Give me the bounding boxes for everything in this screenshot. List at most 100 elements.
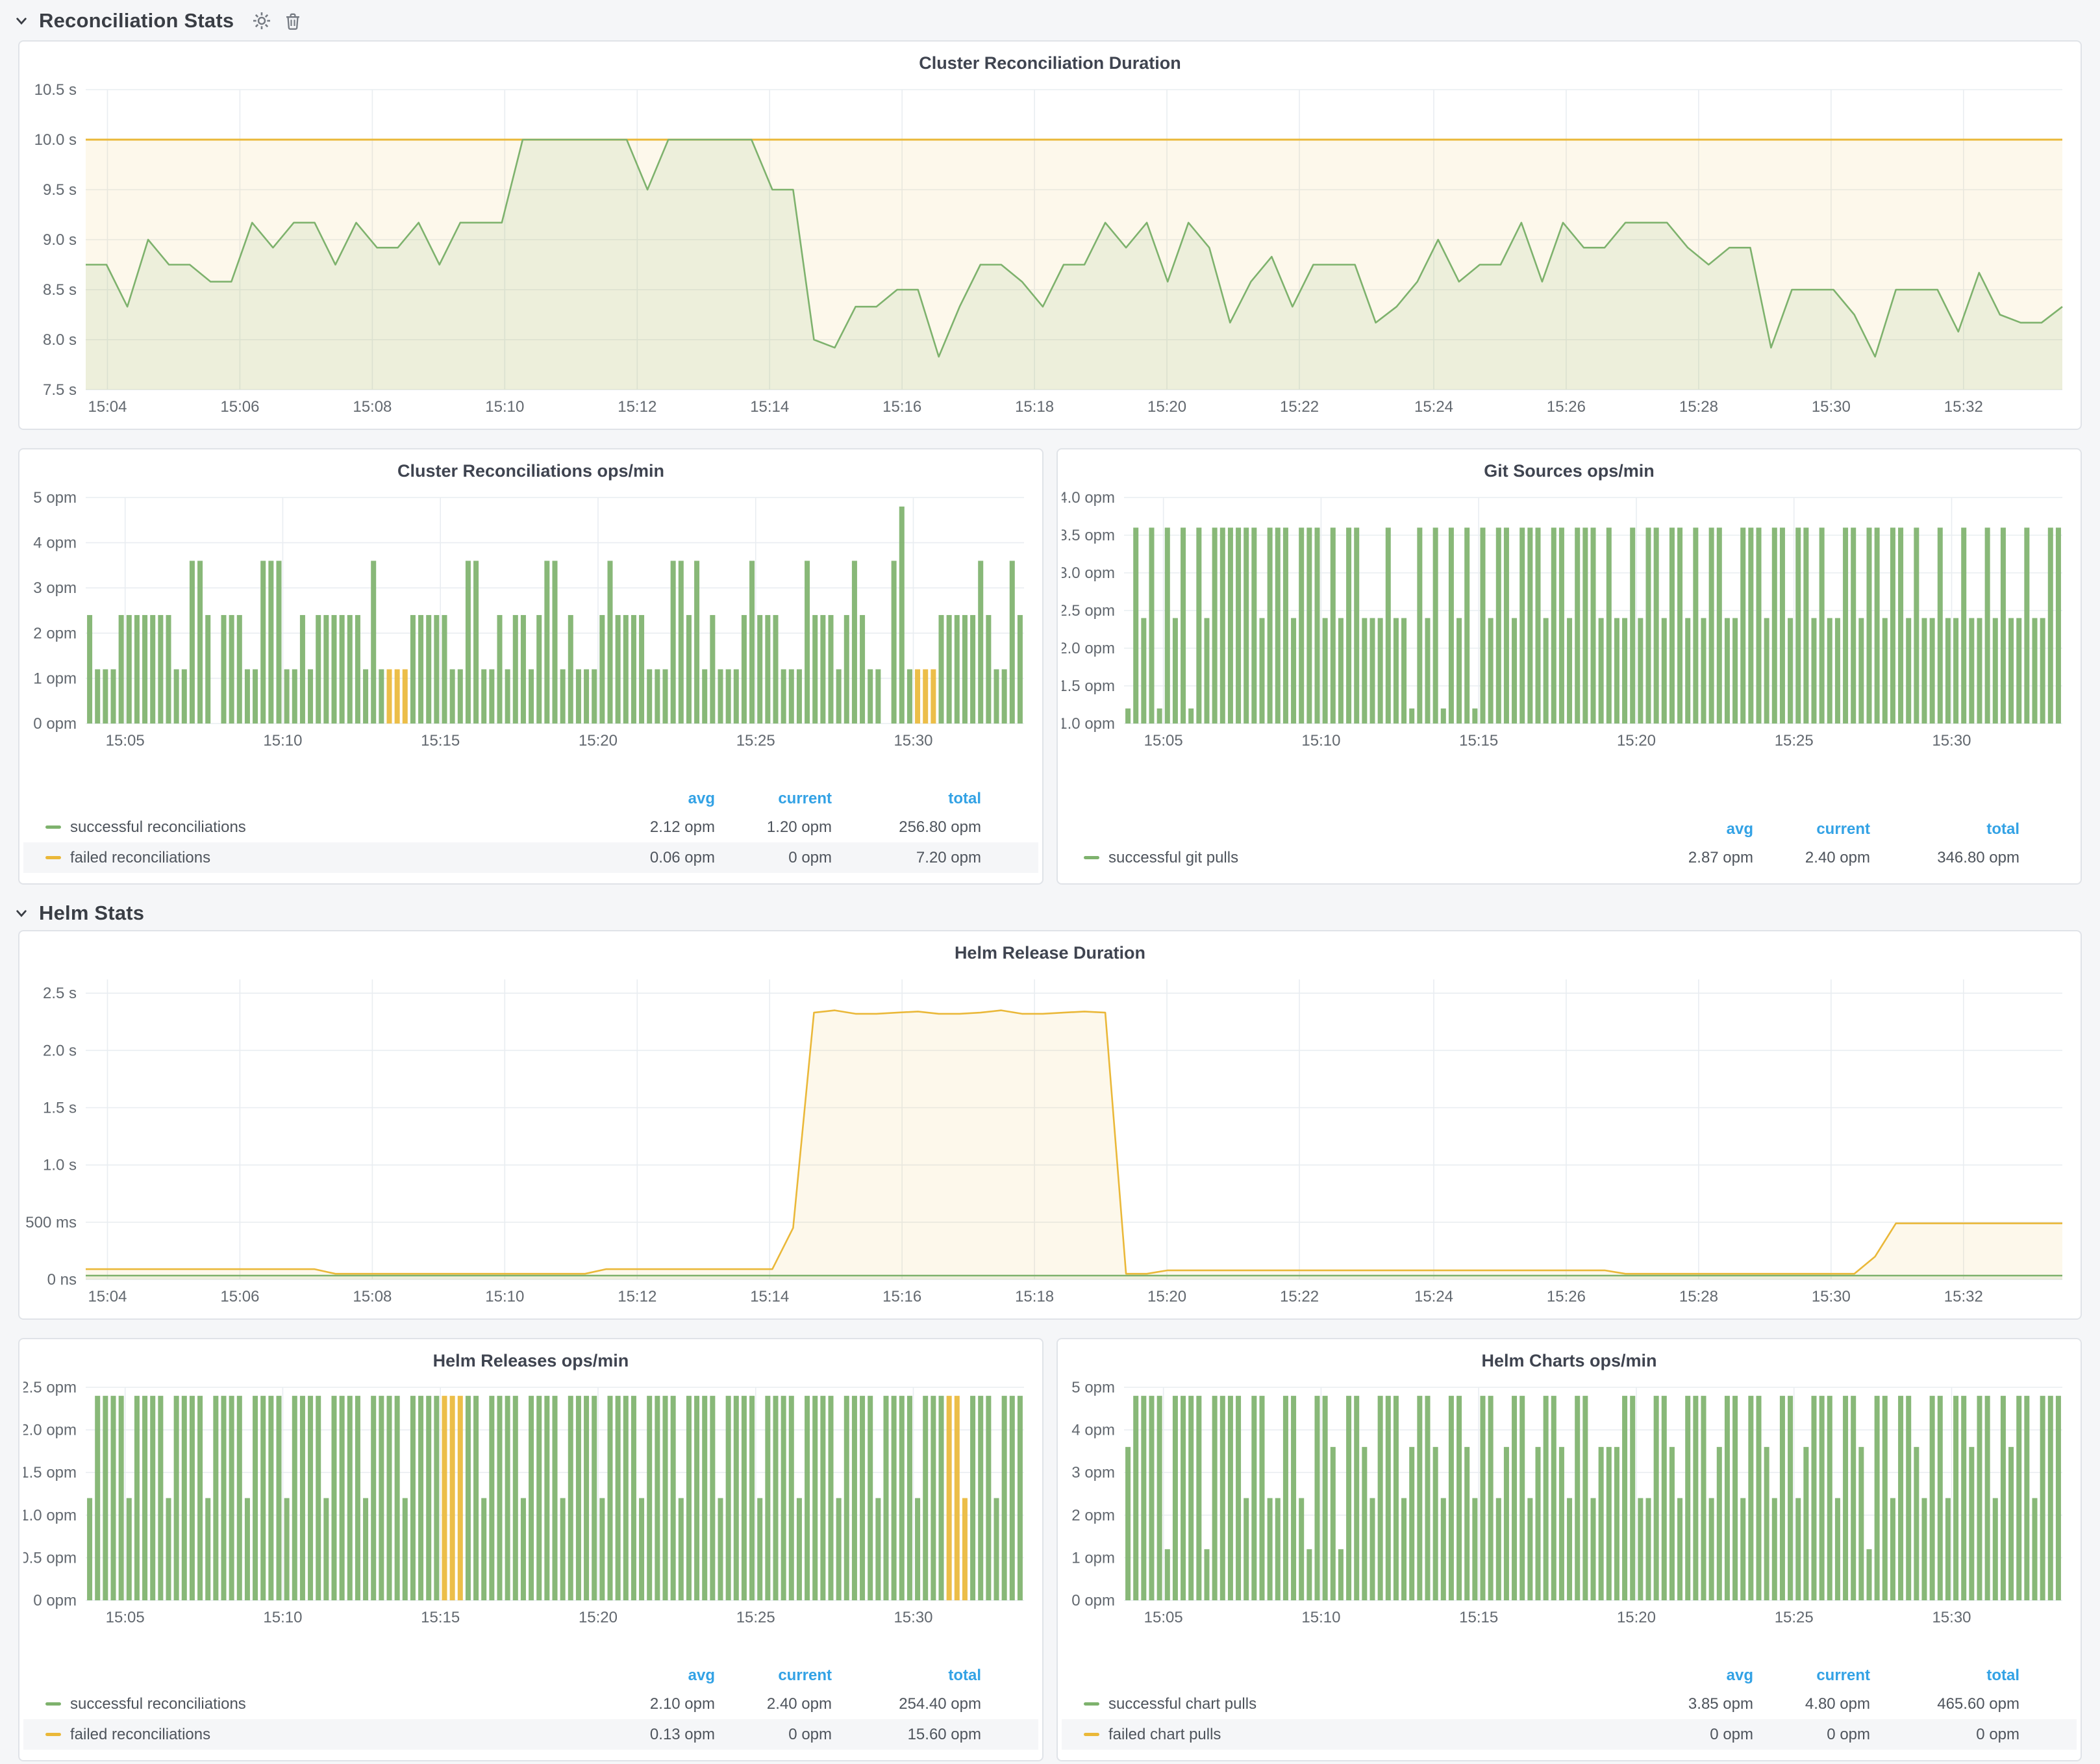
- chevron-down-icon[interactable]: [14, 906, 29, 920]
- svg-text:15:12: 15:12: [618, 1288, 656, 1305]
- legend-row: successful reconciliations2.12 opm1.20 o…: [23, 812, 1038, 842]
- panel-title[interactable]: Helm Releases ops/min: [19, 1351, 1042, 1371]
- svg-text:3.5 opm: 3.5 opm: [1062, 527, 1115, 544]
- legend-series-label[interactable]: failed reconciliations: [45, 849, 598, 867]
- svg-text:3 opm: 3 opm: [1071, 1464, 1115, 1481]
- legend-value-total: 346.80 opm: [1870, 849, 2019, 867]
- legend-series-label[interactable]: successful reconciliations: [45, 818, 598, 837]
- row-title[interactable]: Reconciliation Stats: [39, 9, 234, 32]
- legend-row: successful chart pulls3.85 opm4.80 opm46…: [1062, 1689, 2077, 1719]
- svg-text:2.5 opm: 2.5 opm: [1062, 602, 1115, 620]
- legend-value-current: 4.80 opm: [1753, 1695, 1870, 1713]
- svg-text:0 opm: 0 opm: [33, 715, 77, 733]
- svg-text:8.5 s: 8.5 s: [43, 281, 77, 299]
- series-color-dash-icon: [45, 1733, 61, 1736]
- legend-header-avg[interactable]: avg: [1636, 820, 1753, 838]
- svg-text:0 opm: 0 opm: [33, 1592, 77, 1609]
- legend-header: avgcurrenttotal: [1062, 816, 2077, 842]
- legend-value-avg: 2.87 opm: [1636, 849, 1753, 867]
- legend-series-label[interactable]: successful reconciliations: [45, 1695, 598, 1713]
- legend-header-total[interactable]: total: [832, 1667, 981, 1685]
- svg-text:15:08: 15:08: [353, 398, 392, 416]
- panel-cluster-reconciliation-duration: Cluster Reconciliation Duration 7.5 s8.0…: [18, 40, 2082, 430]
- svg-text:2.5 opm: 2.5 opm: [23, 1379, 77, 1396]
- legend-series-label[interactable]: failed reconciliations: [45, 1726, 598, 1744]
- legend-header-avg[interactable]: avg: [598, 790, 715, 808]
- legend-value-current: 2.40 opm: [715, 1695, 832, 1713]
- gear-icon[interactable]: [252, 11, 271, 31]
- panel-title[interactable]: Helm Charts ops/min: [1058, 1351, 2081, 1371]
- chart-cluster-reconciliation-duration[interactable]: 7.5 s8.0 s8.5 s9.0 s9.5 s10.0 s10.5 s15:…: [23, 81, 2077, 420]
- legend-header-current[interactable]: current: [1753, 1667, 1870, 1685]
- svg-text:15:16: 15:16: [882, 398, 921, 416]
- svg-text:3.0 opm: 3.0 opm: [1062, 564, 1115, 582]
- chart-cluster-reconciliations-opm[interactable]: 0 opm1 opm2 opm3 opm4 opm5 opm15:0515:10…: [23, 488, 1038, 753]
- chart-helm-release-duration[interactable]: 0 ns500 ms1.0 s1.5 s2.0 s2.5 s15:0415:06…: [23, 970, 2077, 1309]
- svg-text:15:14: 15:14: [750, 1288, 789, 1305]
- legend-value-total: 465.60 opm: [1870, 1695, 2019, 1713]
- series-color-dash-icon: [1084, 1702, 1099, 1706]
- legend-value-avg: 2.10 opm: [598, 1695, 715, 1713]
- legend-header-total[interactable]: total: [832, 790, 981, 808]
- panel-cluster-reconciliations-opm: Cluster Reconciliations ops/min 0 opm 1 o…: [18, 448, 1044, 885]
- panel-title[interactable]: Cluster Reconciliations ops/min: [19, 461, 1042, 481]
- legend-header-current[interactable]: current: [715, 790, 832, 808]
- series-color-dash-icon: [1084, 856, 1099, 859]
- svg-text:1.0 opm: 1.0 opm: [1062, 715, 1115, 733]
- svg-text:4.0 opm: 4.0 opm: [1062, 489, 1115, 507]
- legend-value-avg: 2.12 opm: [598, 818, 715, 837]
- legend-header-total[interactable]: total: [1870, 1667, 2019, 1685]
- svg-text:10.5 s: 10.5 s: [34, 81, 77, 99]
- row-header-reconciliation-stats[interactable]: Reconciliation Stats: [14, 6, 303, 35]
- legend-header-avg[interactable]: avg: [598, 1667, 715, 1685]
- svg-text:15:22: 15:22: [1280, 1288, 1319, 1305]
- svg-text:1.5 s: 1.5 s: [43, 1099, 77, 1116]
- legend-value-total: 0 opm: [1870, 1726, 2019, 1744]
- legend-helm-charts: avgcurrenttotal successful chart pulls3.8…: [1062, 1622, 2077, 1760]
- legend-header-current[interactable]: current: [715, 1667, 832, 1685]
- legend-value-total: 254.40 opm: [832, 1695, 981, 1713]
- svg-text:9.5 s: 9.5 s: [43, 181, 77, 199]
- svg-text:5 opm: 5 opm: [1071, 1379, 1115, 1396]
- svg-text:1.5 opm: 1.5 opm: [1062, 677, 1115, 695]
- series-color-dash-icon: [45, 1702, 61, 1706]
- legend-git-sources: avgcurrenttotal successful git pulls2.87 …: [1062, 746, 2077, 883]
- panel-helm-release-duration: Helm Release Duration 0 ns500 ms1.0 s1.5…: [18, 930, 2082, 1320]
- trash-icon[interactable]: [283, 11, 303, 31]
- svg-text:2.0 opm: 2.0 opm: [23, 1422, 77, 1439]
- legend-series-label[interactable]: successful chart pulls: [1084, 1695, 1636, 1713]
- svg-text:2 opm: 2 opm: [33, 625, 77, 642]
- legend-header-avg[interactable]: avg: [1636, 1667, 1753, 1685]
- legend-value-current: 0 opm: [1753, 1726, 1870, 1744]
- legend-series-label[interactable]: successful git pulls: [1084, 849, 1636, 867]
- svg-text:1.5 opm: 1.5 opm: [23, 1464, 77, 1481]
- row-title[interactable]: Helm Stats: [39, 901, 144, 925]
- chart-helm-charts-opm[interactable]: 0 opm1 opm2 opm3 opm4 opm5 opm15:0515:10…: [1062, 1378, 2077, 1630]
- svg-text:1 opm: 1 opm: [33, 670, 77, 687]
- svg-text:15:14: 15:14: [750, 398, 789, 416]
- row-header-helm-stats[interactable]: Helm Stats: [14, 899, 144, 927]
- panel-helm-releases-opm: Helm Releases ops/min 0 opm 0.5 opm 1.0 op…: [18, 1338, 1044, 1761]
- series-color-dash-icon: [45, 856, 61, 859]
- svg-text:4 opm: 4 opm: [33, 535, 77, 552]
- legend-value-current: 2.40 opm: [1753, 849, 1870, 867]
- svg-text:1.0 opm: 1.0 opm: [23, 1507, 77, 1524]
- legend-row: failed reconciliations0.06 opm0 opm7.20 …: [23, 842, 1038, 873]
- svg-text:15:24: 15:24: [1414, 398, 1453, 416]
- panel-title[interactable]: Cluster Reconciliation Duration: [19, 53, 2081, 73]
- legend-header-total[interactable]: total: [1870, 820, 2019, 838]
- legend-value-avg: 0.06 opm: [598, 849, 715, 867]
- chart-git-sources-opm[interactable]: 1.0 opm1.5 opm2.0 opm2.5 opm3.0 opm3.5 o…: [1062, 488, 2077, 753]
- legend-series-label[interactable]: failed chart pulls: [1084, 1726, 1636, 1744]
- panel-title[interactable]: Helm Release Duration: [19, 943, 2081, 963]
- chevron-down-icon[interactable]: [14, 14, 29, 28]
- chart-helm-releases-opm[interactable]: 0 opm 0.5 opm 1.0 opm 1.5 opm 2.0 opm 2.5 opm…: [23, 1378, 1038, 1630]
- panel-helm-charts-opm: Helm Charts ops/min 0 opm1 opm2 opm3 opm…: [1056, 1338, 2082, 1761]
- legend-header-current[interactable]: current: [1753, 820, 1870, 838]
- legend-value-current: 0 opm: [715, 849, 832, 867]
- panel-title[interactable]: Git Sources ops/min: [1058, 461, 2081, 481]
- panel-git-sources-opm: Git Sources ops/min 1.0 opm1.5 opm2.0 op…: [1056, 448, 2082, 885]
- svg-text:0.5 opm: 0.5 opm: [23, 1549, 77, 1567]
- svg-text:10.0 s: 10.0 s: [34, 131, 77, 149]
- svg-text:15:12: 15:12: [618, 398, 656, 416]
